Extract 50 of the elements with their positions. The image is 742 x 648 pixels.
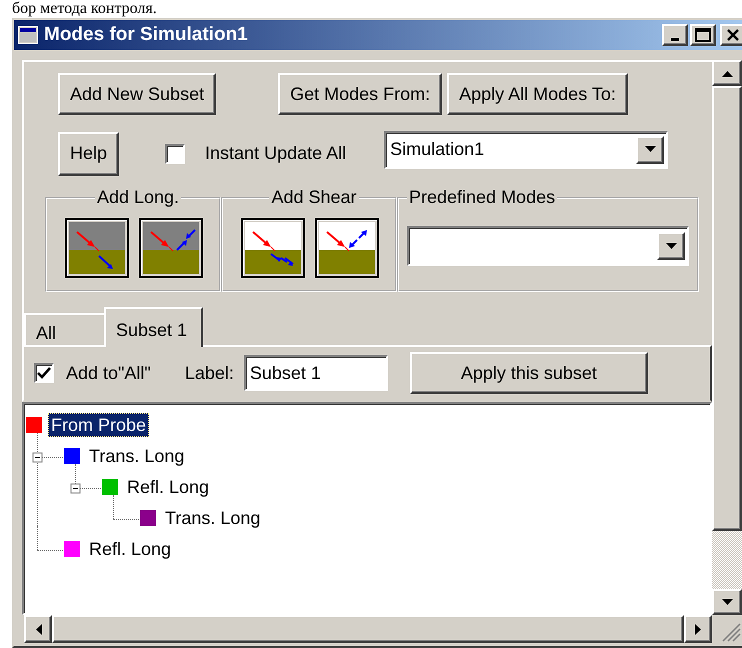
collapse-icon[interactable] <box>70 482 81 494</box>
maximize-button[interactable] <box>690 24 716 46</box>
scroll-thumb[interactable] <box>712 86 742 531</box>
minimize-button[interactable] <box>662 24 688 46</box>
label-field[interactable]: Subset 1 <box>244 355 388 392</box>
tab[interactable]: All <box>24 313 106 345</box>
predefined-modes-dropdown[interactable] <box>407 226 689 266</box>
minimize-icon <box>671 38 679 40</box>
close-button[interactable] <box>720 24 742 46</box>
right-arrow-icon <box>694 624 702 634</box>
field-label: Label: <box>184 362 234 384</box>
scroll-down-button[interactable] <box>712 589 742 615</box>
toolbar-button[interactable]: Get Modes From: <box>278 73 442 115</box>
checkbox-label: Add to"All" <box>66 362 151 384</box>
window-title: Modes for Simulation1 <box>44 24 249 46</box>
tab[interactable]: Subset 1 <box>104 307 204 347</box>
maximize-icon <box>695 28 711 42</box>
close-icon <box>726 28 740 42</box>
toolbar-button[interactable]: Apply All Modes To: <box>447 73 628 115</box>
dropdown-arrow-icon <box>666 242 676 250</box>
tree-item[interactable]: Refl. Long <box>86 537 174 562</box>
scroll-left-button[interactable] <box>24 615 52 643</box>
shear-mode-button[interactable] <box>241 218 305 278</box>
simulation-dropdown[interactable]: Simulation1 <box>384 130 668 168</box>
caption-text: бор метода контроля. <box>11 0 157 18</box>
tree-item[interactable]: Trans. Long <box>86 444 188 468</box>
checkbox[interactable] <box>165 144 186 164</box>
tree-item[interactable]: Refl. Long <box>124 475 212 500</box>
toolbar-button[interactable]: Add New Subset <box>58 73 216 115</box>
tree-item[interactable]: From Probe <box>48 413 150 438</box>
down-arrow-icon <box>722 598 732 606</box>
up-arrow-icon <box>722 70 732 76</box>
scroll-right-button[interactable] <box>684 615 712 643</box>
vertical-scrollbar[interactable] <box>712 60 742 615</box>
group-title: Add Long. <box>96 187 180 208</box>
window-icon <box>18 26 38 44</box>
scroll-up-button[interactable] <box>712 60 742 86</box>
apply-subset-button[interactable]: Apply this subset <box>410 352 648 394</box>
group-title: Predefined Modes <box>408 187 556 208</box>
collapse-icon[interactable] <box>32 452 43 463</box>
longitudinal-mode-button[interactable] <box>65 218 129 278</box>
dropdown-arrow-icon <box>644 146 656 153</box>
longitudinal-mode-button[interactable] <box>139 218 203 278</box>
shear-mode-button[interactable] <box>315 218 379 278</box>
left-arrow-icon <box>34 624 42 634</box>
tree-item[interactable]: Trans. Long <box>162 506 264 530</box>
group-title: Add Shear <box>270 187 358 208</box>
checkbox[interactable] <box>34 363 54 384</box>
help-button[interactable]: Help <box>58 132 120 176</box>
checkbox-label: Instant Update All <box>205 143 346 164</box>
